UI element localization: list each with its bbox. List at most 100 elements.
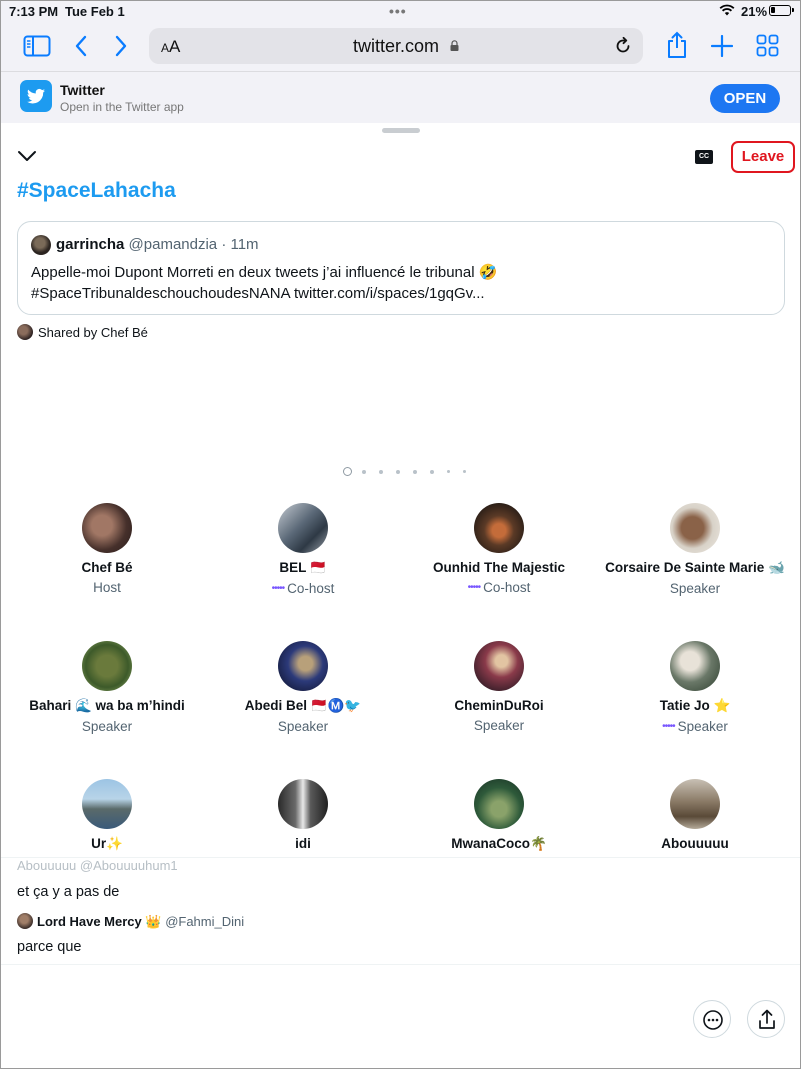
- avatar: [278, 779, 328, 829]
- participant-tile[interactable]: CheminDuRoi Speaker: [399, 641, 599, 733]
- avatar: [474, 641, 524, 691]
- leave-button[interactable]: Leave: [731, 141, 795, 173]
- participant-tile[interactable]: idi: [203, 779, 403, 851]
- avatar: [82, 503, 132, 553]
- wifi-icon: [719, 4, 735, 16]
- battery-icon: [769, 5, 794, 16]
- shared-by: Shared by Chef Bé: [17, 324, 148, 340]
- more-options-button[interactable]: [693, 1000, 731, 1038]
- twitter-app-icon: [20, 80, 52, 112]
- participant-name: BEL 🇲🇨: [279, 560, 327, 575]
- participant-name: Ounhid The Majestic: [432, 560, 565, 575]
- chat-message: et ça y a pas de: [17, 884, 120, 900]
- participant-tile[interactable]: Abedi Bel 🇲🇨Ⓜ️🐦 Speaker: [203, 641, 403, 734]
- multitasking-dots-icon[interactable]: •••: [389, 3, 407, 19]
- participant-tile[interactable]: Tatie Jo ⭐ ••••• Speaker: [595, 641, 795, 734]
- reload-icon[interactable]: [613, 36, 633, 56]
- battery-percent: 21%: [741, 4, 768, 19]
- pager-dot[interactable]: [362, 470, 366, 474]
- participant-name: CheminDuRoi: [454, 698, 544, 713]
- avatar: [278, 641, 328, 691]
- chat-feed[interactable]: Abouuuuu @Abouuuuhum1 et ça y a pas de L…: [1, 857, 800, 965]
- participant-tile[interactable]: Bahari 🌊 wa ba m’hindi Speaker: [7, 641, 207, 734]
- participant-tile[interactable]: Corsaire De Sainte Marie 🐋 Speaker: [595, 503, 795, 596]
- speaking-indicator-icon: •••••: [271, 583, 285, 594]
- share-icon: [759, 1009, 775, 1029]
- open-in-app-button[interactable]: OPEN: [710, 84, 780, 113]
- speaking-indicator-icon: •••••: [662, 721, 675, 732]
- pager-dot[interactable]: [463, 470, 466, 473]
- more-icon: [703, 1010, 723, 1030]
- pager-dot[interactable]: [379, 470, 383, 474]
- tweet-body: Appelle-moi Dupont Morreti en deux tweet…: [31, 262, 772, 304]
- collapse-chevron-icon[interactable]: [17, 149, 37, 163]
- avatar: [670, 779, 720, 829]
- participant-name: Bahari 🌊 wa ba m’hindi: [29, 698, 185, 713]
- sheet-grabber[interactable]: [382, 128, 420, 133]
- participant-name: Corsaire De Sainte Marie 🐋: [605, 560, 785, 575]
- avatar: [17, 913, 33, 929]
- captions-icon[interactable]: CC: [695, 150, 713, 164]
- status-bar: 7:13 PM Tue Feb 1 ••• 21%: [1, 1, 800, 23]
- twitter-bird-icon: [27, 88, 45, 104]
- participant-tile[interactable]: Chef Bé Host: [7, 503, 207, 595]
- browser-toolbar: AA twitter.com: [1, 23, 800, 71]
- participant-role: Speaker: [277, 719, 329, 734]
- chat-author-handle: @Fahmi_Dini: [165, 914, 245, 929]
- participant-role: ••••• Co-host: [271, 581, 335, 596]
- forward-icon[interactable]: [114, 35, 128, 57]
- pager-dot[interactable]: [430, 470, 434, 474]
- participant-name: MwanaCoco🌴: [451, 836, 547, 851]
- speaking-indicator-icon: •••••: [467, 582, 481, 593]
- pager-dot[interactable]: [413, 470, 417, 474]
- participant-name: Tatie Jo ⭐: [659, 698, 731, 713]
- avatar: [278, 503, 328, 553]
- participant-role: Speaker: [473, 718, 525, 733]
- app-banner-subtitle: Open in the Twitter app: [60, 100, 184, 114]
- tweet-author-handle: @pamandzia: [128, 236, 218, 253]
- participant-name: Abedi Bel 🇲🇨Ⓜ️🐦: [244, 698, 362, 713]
- participant-name: Ur✨: [91, 836, 123, 851]
- participant-role: Speaker: [81, 719, 133, 734]
- lock-icon: [450, 40, 459, 51]
- app-banner-name: Twitter: [60, 82, 105, 98]
- address-bar[interactable]: AA twitter.com: [149, 28, 643, 64]
- participant-role: ••••• Speaker: [662, 719, 728, 734]
- tweet-header: garrincha @pamandzia · 11m: [56, 236, 259, 253]
- participant-name: Abouuuuu: [661, 836, 729, 851]
- avatar: [670, 503, 720, 553]
- share-icon[interactable]: [666, 31, 688, 59]
- participant-tile[interactable]: Ounhid The Majestic ••••• Co-host: [399, 503, 599, 595]
- avatar: [82, 779, 132, 829]
- pinned-tweet-card[interactable]: garrincha @pamandzia · 11m Appelle-moi D…: [17, 221, 785, 315]
- app-banner: Twitter Open in the Twitter app OPEN: [1, 71, 800, 123]
- avatar: [474, 503, 524, 553]
- chat-message: parce que: [17, 939, 82, 955]
- avatar: [474, 779, 524, 829]
- participant-tile[interactable]: Abouuuuu: [595, 779, 795, 851]
- tab-overview-icon[interactable]: [756, 34, 779, 57]
- participant-role: Speaker: [669, 581, 721, 596]
- tweet-line: Appelle-moi Dupont Morreti en deux tweet…: [31, 264, 498, 281]
- status-date: Tue Feb 1: [65, 4, 125, 19]
- pager-dot[interactable]: [447, 470, 450, 473]
- participant-name: Chef Bé: [81, 560, 133, 575]
- pager-dot[interactable]: [343, 467, 352, 476]
- new-tab-icon[interactable]: [711, 35, 733, 57]
- participant-tile[interactable]: BEL 🇲🇨 ••••• Co-host: [203, 503, 403, 596]
- chat-author: Lord Have Mercy 👑 @Fahmi_Dini: [17, 913, 244, 930]
- back-icon[interactable]: [74, 35, 88, 57]
- tweet-author-name: garrincha: [56, 236, 125, 253]
- participant-name: idi: [295, 836, 311, 851]
- pager-dot[interactable]: [396, 470, 400, 474]
- share-space-button[interactable]: [747, 1000, 785, 1038]
- avatar: [17, 324, 33, 340]
- participant-role: Host: [93, 580, 121, 595]
- avatar: [670, 641, 720, 691]
- participant-tile[interactable]: MwanaCoco🌴: [399, 779, 599, 852]
- chat-author-faded: Abouuuuu @Abouuuuhum1: [17, 858, 178, 873]
- participant-tile[interactable]: Ur✨: [7, 779, 207, 852]
- chat-author-name: Lord Have Mercy 👑: [37, 914, 162, 929]
- sidebar-toggle-icon[interactable]: [23, 35, 51, 57]
- avatar: [31, 235, 51, 255]
